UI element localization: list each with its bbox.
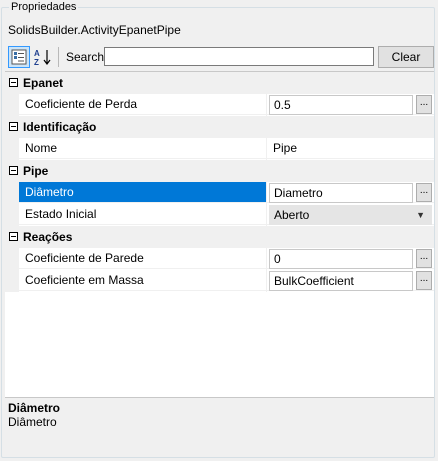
- property-value-cell[interactable]: 0.5 ...: [267, 94, 434, 115]
- property-value-cell[interactable]: Pipe: [267, 138, 434, 159]
- property-name[interactable]: Estado Inicial: [19, 204, 266, 225]
- collapse-icon[interactable]: [9, 122, 18, 131]
- svg-text:Z: Z: [34, 58, 39, 66]
- property-row-diametro[interactable]: Diâmetro Diametro ...: [5, 182, 434, 204]
- collapse-icon[interactable]: [9, 166, 18, 175]
- property-value[interactable]: 0: [269, 249, 413, 269]
- state-dropdown[interactable]: Aberto ▼: [269, 205, 432, 225]
- category-label: Identificação: [23, 120, 97, 134]
- categorized-view-icon: [11, 49, 27, 65]
- property-value[interactable]: BulkCoefficient: [269, 271, 413, 291]
- description-text: Diâmetro: [8, 415, 57, 429]
- property-value-cell[interactable]: Aberto ▼: [267, 204, 434, 225]
- group-title: Propriedades: [9, 0, 79, 14]
- ellipsis-button[interactable]: ...: [416, 249, 432, 268]
- property-row-coeficiente-de-perda[interactable]: Coeficiente de Perda 0.5 ...: [5, 94, 434, 116]
- category-label: Pipe: [23, 164, 49, 178]
- categorized-view-button[interactable]: [8, 46, 30, 68]
- alphabetical-sort-button[interactable]: A Z: [32, 46, 54, 68]
- property-value-cell[interactable]: Diametro ...: [267, 182, 434, 203]
- toolbar-separator: [58, 47, 59, 67]
- search-input[interactable]: [104, 47, 374, 66]
- description-panel: Diâmetro Diâmetro: [5, 397, 434, 455]
- category-label: Reações: [23, 230, 73, 244]
- property-row-nome[interactable]: Nome Pipe: [5, 138, 434, 160]
- property-name[interactable]: Coeficiente de Parede: [19, 248, 266, 269]
- category-epanet[interactable]: Epanet: [5, 72, 434, 94]
- property-value[interactable]: Pipe: [273, 138, 297, 159]
- property-name[interactable]: Nome: [19, 138, 266, 159]
- category-label: Epanet: [23, 76, 64, 90]
- property-row-coeficiente-de-parede[interactable]: Coeficiente de Parede 0 ...: [5, 248, 434, 270]
- ellipsis-button[interactable]: ...: [416, 271, 432, 290]
- selected-object-name: SolidsBuilder.ActivityEpanetPipe: [8, 23, 181, 37]
- collapse-icon[interactable]: [9, 78, 18, 87]
- property-value[interactable]: Diametro: [269, 183, 413, 203]
- property-name[interactable]: Coeficiente em Massa: [19, 270, 266, 291]
- property-grid: Epanet Coeficiente de Perda 0.5 ... Iden…: [5, 71, 434, 397]
- property-grid-toolbar: A Z Search: Clear: [8, 45, 434, 69]
- description-title: Diâmetro: [8, 401, 61, 415]
- clear-button[interactable]: Clear: [378, 46, 434, 68]
- property-row-coeficiente-em-massa[interactable]: Coeficiente em Massa BulkCoefficient ...: [5, 270, 434, 292]
- property-value-cell[interactable]: 0 ...: [267, 248, 434, 269]
- alphabetical-sort-icon: A Z: [34, 49, 51, 66]
- property-name[interactable]: Diâmetro: [19, 182, 266, 203]
- category-identificacao[interactable]: Identificação: [5, 116, 434, 138]
- category-pipe[interactable]: Pipe: [5, 160, 434, 182]
- category-reacoes[interactable]: Reações: [5, 226, 434, 248]
- chevron-down-icon[interactable]: ▼: [416, 206, 425, 224]
- svg-text:A: A: [34, 49, 40, 58]
- property-value-cell[interactable]: BulkCoefficient ...: [267, 270, 434, 291]
- ellipsis-button[interactable]: ...: [416, 183, 432, 202]
- property-name[interactable]: Coeficiente de Perda: [19, 94, 266, 115]
- collapse-icon[interactable]: [9, 232, 18, 241]
- dropdown-selected-value: Aberto: [274, 208, 310, 222]
- ellipsis-button[interactable]: ...: [416, 95, 432, 114]
- property-value[interactable]: 0.5: [269, 95, 413, 115]
- search-label: Search:: [66, 50, 108, 64]
- property-row-estado-inicial[interactable]: Estado Inicial Aberto ▼: [5, 204, 434, 226]
